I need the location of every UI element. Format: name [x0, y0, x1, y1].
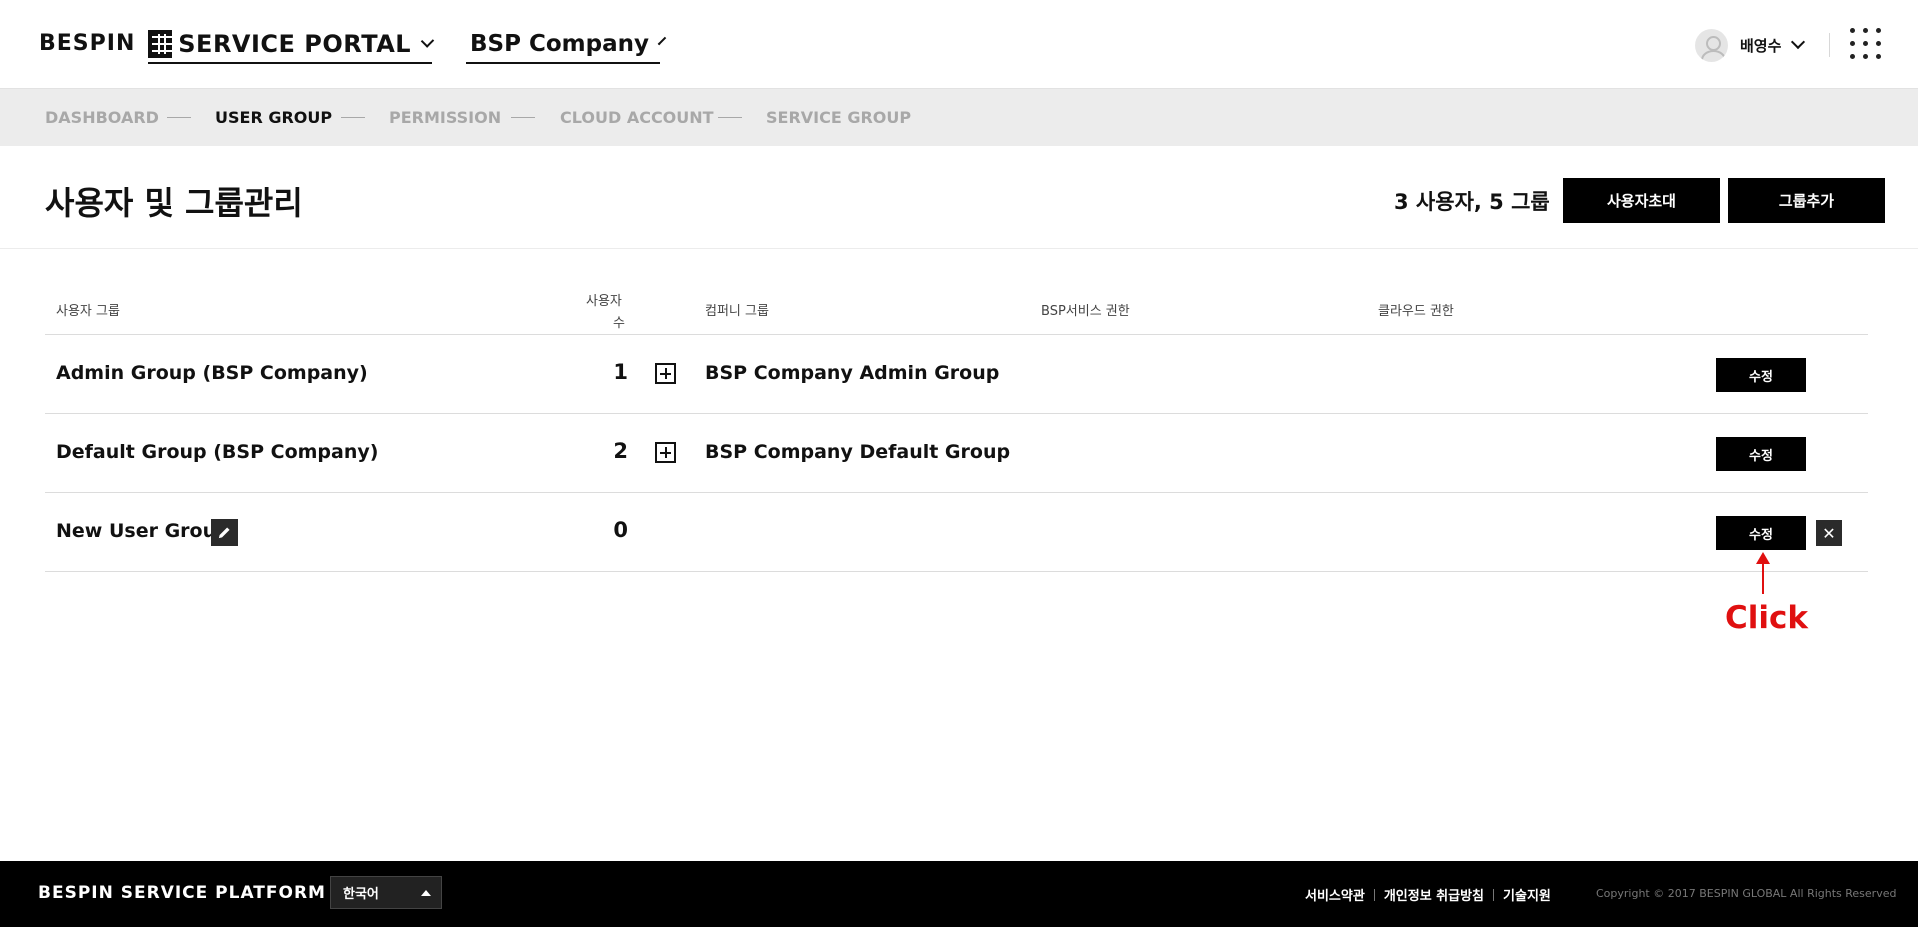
footer: BESPIN SERVICE PLATFORM 한국어 서비스약관 개인정보 취…: [0, 861, 1918, 927]
annotation-arrow: [1762, 556, 1764, 594]
edit-button[interactable]: 수정: [1716, 358, 1806, 392]
nav-dashboard[interactable]: DASHBOARD: [45, 108, 159, 127]
col-header-company-group: 컴퍼니 그룹: [705, 304, 769, 319]
user-count: 1: [613, 360, 628, 384]
apps-grid-icon[interactable]: [1850, 28, 1882, 60]
rename-button[interactable]: [211, 519, 238, 546]
caret-up-icon: [421, 890, 431, 896]
expand-plus-icon[interactable]: [655, 363, 676, 384]
col-header-user-count-2: 수: [613, 316, 625, 331]
divider: [0, 248, 1918, 249]
footer-brand: BESPIN SERVICE PLATFORM: [38, 883, 326, 903]
language-label: 한국어: [343, 887, 379, 902]
divider: [45, 571, 1868, 572]
group-name: New User Group: [56, 520, 230, 542]
group-name: Admin Group (BSP Company): [56, 362, 368, 384]
click-annotation: Click: [1725, 600, 1808, 636]
privacy-link[interactable]: 개인정보 취급방침: [1384, 885, 1484, 904]
col-header-cloud-permission: 클라우드 권한: [1378, 304, 1454, 319]
avatar: [1695, 28, 1728, 62]
nav-user-group[interactable]: USER GROUP: [215, 108, 332, 127]
nav-separator: [511, 117, 535, 118]
company-dropdown[interactable]: BSP Company: [466, 26, 667, 64]
nav-permission[interactable]: PERMISSION: [389, 108, 501, 127]
chevron-down-icon: [1791, 34, 1806, 50]
delete-button[interactable]: ✕: [1816, 520, 1842, 546]
copyright: Copyright © 2017 BESPIN GLOBAL All Right…: [1596, 887, 1897, 900]
nav-separator: [718, 117, 742, 118]
company-group-name: BSP Company Admin Group: [705, 362, 1000, 384]
chevron-down-icon: [420, 34, 435, 48]
service-portal-dropdown[interactable]: SERVICE PORTAL: [148, 26, 435, 64]
bespin-logo[interactable]: BESPIN: [39, 31, 135, 56]
chevron-down-icon: [657, 36, 667, 46]
nav-separator: [167, 117, 191, 118]
company-label: BSP Company: [470, 31, 649, 57]
support-link[interactable]: 기술지원: [1503, 885, 1551, 904]
step-nav: DASHBOARD USER GROUP PERMISSION CLOUD AC…: [0, 89, 1918, 146]
invite-user-button[interactable]: 사용자초대: [1563, 178, 1720, 223]
col-header-user-group: 사용자 그룹: [56, 304, 120, 319]
portal-grid-icon: [148, 30, 173, 58]
header-divider: [1829, 33, 1830, 57]
user-group-counts: 3 사용자, 5 그룹: [1394, 190, 1550, 214]
nav-separator: [341, 117, 365, 118]
divider: [45, 334, 1868, 335]
col-header-user-count: 사용자: [586, 294, 622, 309]
page-title: 사용자 및 그룹관리: [45, 184, 303, 222]
pencil-icon: [218, 527, 230, 539]
language-select[interactable]: 한국어: [330, 876, 442, 909]
edit-button[interactable]: 수정: [1716, 437, 1806, 471]
user-count: 2: [613, 439, 628, 463]
expand-plus-icon[interactable]: [655, 442, 676, 463]
nav-cloud-account[interactable]: CLOUD ACCOUNT: [560, 108, 714, 127]
divider: [45, 413, 1868, 414]
user-menu[interactable]: 배영수: [1695, 28, 1806, 62]
user-count: 0: [613, 518, 628, 542]
top-header: BESPIN SERVICE PORTAL BSP Company 배영수: [0, 0, 1918, 89]
user-name: 배영수: [1740, 36, 1782, 55]
add-group-button[interactable]: 그룹추가: [1728, 178, 1885, 223]
group-name: Default Group (BSP Company): [56, 441, 379, 463]
edit-button[interactable]: 수정: [1716, 516, 1806, 550]
company-group-name: BSP Company Default Group: [705, 441, 1011, 463]
divider: [1373, 888, 1375, 901]
divider: [1493, 888, 1495, 901]
divider: [45, 492, 1868, 493]
portal-label: SERVICE PORTAL: [178, 30, 412, 58]
terms-link[interactable]: 서비스약관: [1305, 885, 1365, 904]
footer-links: 서비스약관 개인정보 취급방침 기술지원: [1305, 885, 1551, 904]
nav-service-group[interactable]: SERVICE GROUP: [766, 108, 911, 127]
col-header-bsp-permission: BSP서비스 권한: [1041, 304, 1130, 319]
